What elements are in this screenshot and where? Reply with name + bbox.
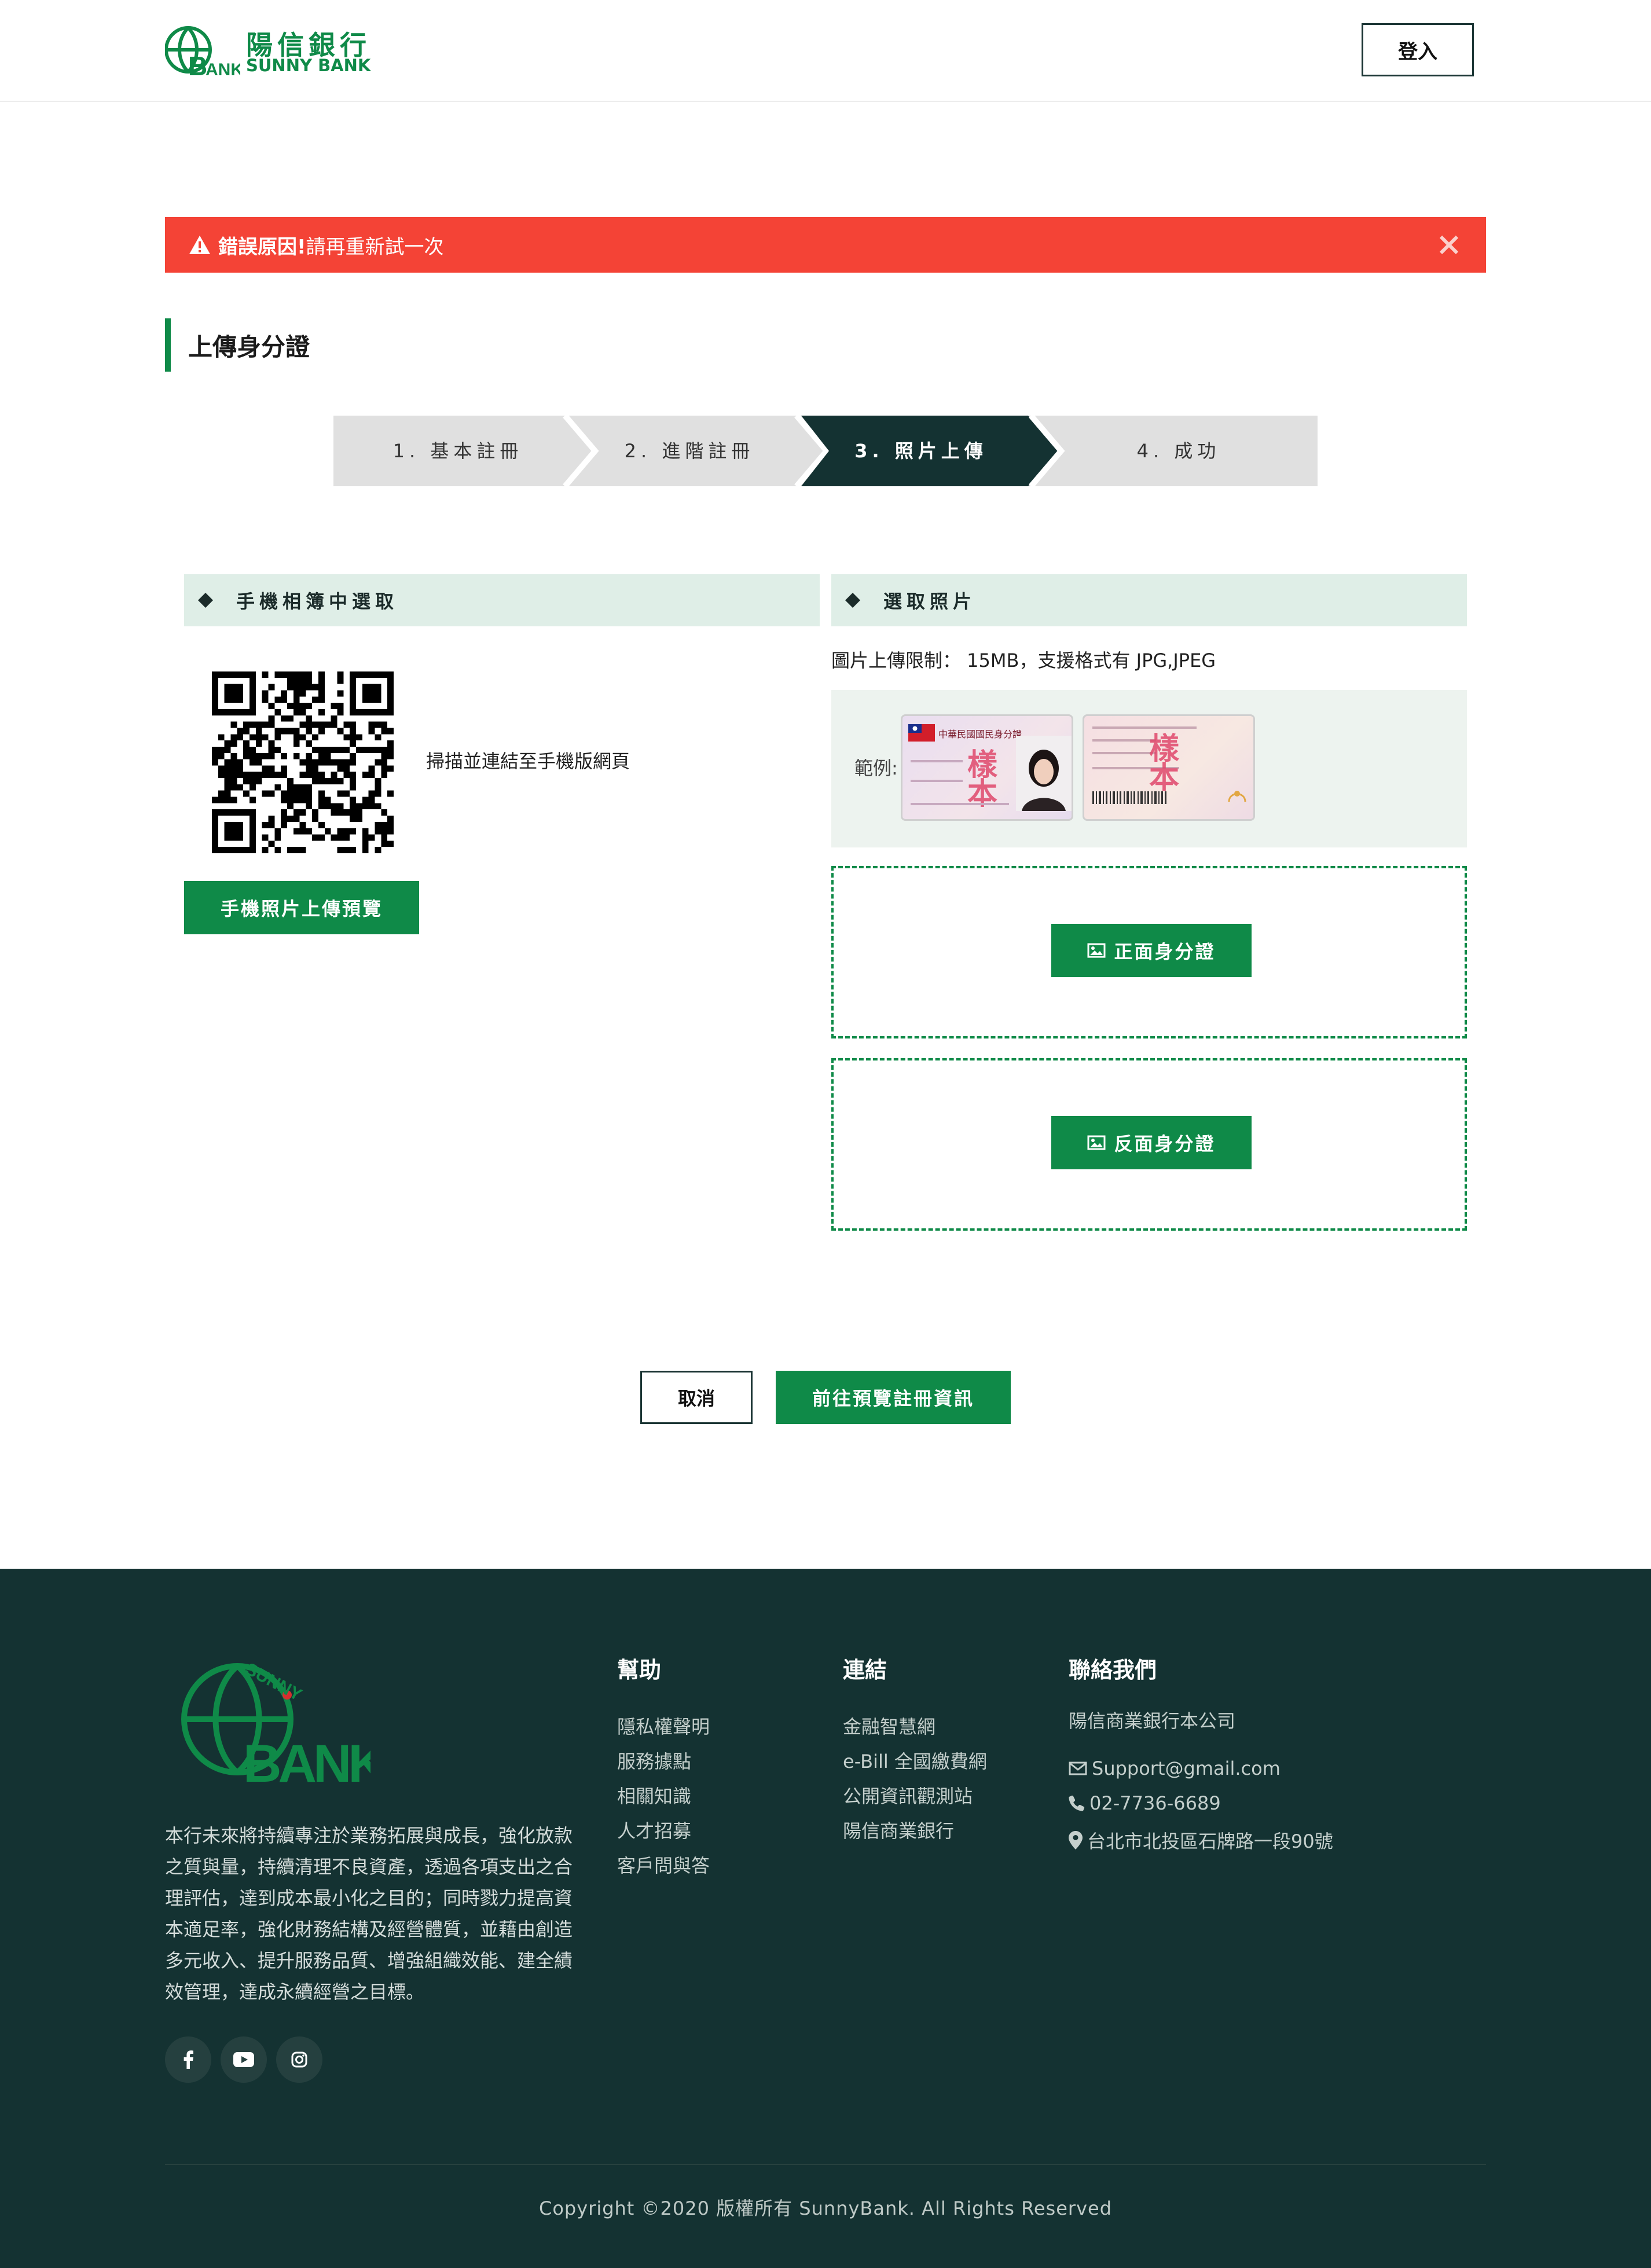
id-card-front-title: 中華民國國民身分證	[938, 729, 1022, 740]
diamond-icon	[198, 593, 213, 608]
footer-link-faq[interactable]: 客戶問與答	[617, 1851, 710, 1878]
sample-watermark: 樣本	[1149, 731, 1180, 795]
select-photo-title: 選取照片	[883, 590, 977, 612]
id-card-lines	[1092, 726, 1197, 729]
footer-company-name: 陽信商業銀行本公司	[1069, 1710, 1236, 1732]
upload-back-id-button[interactable]: 反面身分證	[1051, 1116, 1252, 1169]
id-example-box: 範例: 中華民國國民身分證 樣本 樣本	[831, 690, 1467, 847]
alert-message: 請再重新試一次	[306, 235, 444, 259]
id-card-lines	[911, 760, 963, 762]
upload-limit-text: 圖片上傳限制： 15MB，支援格式有 JPG,JPEG	[831, 649, 1216, 671]
page-title: 上傳身分證	[165, 318, 310, 372]
footer-link-sunny-bank[interactable]: 陽信商業銀行	[843, 1816, 954, 1843]
footer-address[interactable]: 台北市北投區石牌路一段90號	[1069, 1827, 1333, 1854]
footer-link-mops[interactable]: 公開資訊觀測站	[843, 1782, 973, 1808]
sunny-bank-logo[interactable]: B ANK 陽信銀行 SUNNY BANK	[165, 22, 370, 80]
footer-link-careers[interactable]: 人才招募	[617, 1816, 691, 1843]
facebook-icon	[184, 2050, 193, 2069]
footer-about-text: 本行未來將持續專注於業務拓展與成長，強化放款之質與量，持續清理不良資產，透過各項…	[165, 1825, 573, 2003]
copyright-text: Copyright ©2020 版權所有 SunnyBank. All Righ…	[538, 2197, 1113, 2219]
footer-links-title: 連結	[843, 1657, 887, 1683]
close-icon[interactable]	[1435, 231, 1463, 259]
footer-link-financial-wisdom[interactable]: 金融智慧網	[843, 1712, 935, 1739]
footer-phone-text: 02-7736-6689	[1089, 1792, 1221, 1814]
scan-instruction: 掃描並連結至手機版網頁	[426, 750, 630, 772]
svg-text:ANK: ANK	[206, 60, 240, 79]
step-1: 1. 基本註冊	[392, 440, 523, 462]
upload-back-id-label: 反面身分證	[1114, 1133, 1216, 1155]
svg-text:B: B	[188, 51, 207, 80]
preview-registration-button[interactable]: 前往預覽註冊資訊	[776, 1371, 1011, 1424]
id-card-front-sample: 中華民國國民身分證 樣本	[901, 714, 1073, 821]
youtube-button[interactable]	[221, 2036, 267, 2083]
footer-link-privacy[interactable]: 隱私權聲明	[617, 1712, 710, 1739]
footer-help-title: 幫助	[617, 1657, 662, 1683]
site-footer: SUNNY BANK 本行未來將持續專注於業務拓展與成長，強化放款之質與量，持續…	[0, 1569, 1651, 2268]
map-marker-icon	[1069, 1831, 1083, 1849]
footer-divider	[165, 2164, 1486, 2165]
select-photo-section-header: 選取照片	[831, 574, 1467, 626]
diamond-icon	[845, 593, 860, 608]
back-id-drop-zone[interactable]: 反面身分證	[831, 1058, 1467, 1231]
id-card-lines	[1092, 752, 1156, 754]
footer-phone[interactable]: 02-7736-6689	[1069, 1792, 1221, 1814]
footer-link-locations[interactable]: 服務據點	[617, 1747, 691, 1774]
footer-logo-bank: BANK	[243, 1734, 370, 1793]
qr-code	[212, 671, 394, 853]
alert-title: 錯誤原因!	[218, 235, 306, 259]
sample-watermark: 樣本	[967, 747, 998, 812]
footer-email[interactable]: Support@gmail.com	[1069, 1757, 1281, 1779]
footer-sunny-bank-logo[interactable]: SUNNY BANK	[174, 1656, 370, 1794]
id-card-back-sample: 樣本	[1083, 714, 1255, 821]
example-label: 範例:	[854, 757, 898, 779]
step-4: 4. 成功	[1136, 440, 1221, 462]
instagram-icon	[291, 2052, 307, 2068]
phone-icon	[1069, 1795, 1085, 1811]
footer-address-text: 台北市北投區石牌路一段90號	[1087, 1830, 1333, 1852]
taiwan-flag-icon	[908, 724, 935, 742]
bank-globe-icon: B ANK	[165, 26, 240, 80]
envelope-icon	[1069, 1761, 1087, 1775]
step-progress: 1. 基本註冊 2. 進階註冊 3. 照片上傳 4. 成功	[333, 416, 1318, 486]
mobile-album-section-header: 手機相簿中選取	[184, 574, 820, 626]
footer-email-text: Support@gmail.com	[1092, 1757, 1281, 1779]
footer-contact-title: 聯絡我們	[1069, 1657, 1157, 1683]
error-alert: 錯誤原因! 請再重新試一次	[165, 217, 1486, 273]
facebook-button[interactable]	[165, 2036, 211, 2083]
step-3-active: 3. 照片上傳	[854, 440, 988, 462]
mobile-album-title: 手機相簿中選取	[236, 590, 399, 612]
image-icon	[1087, 1135, 1106, 1150]
id-card-lines	[911, 803, 1009, 805]
barcode-icon	[1092, 791, 1166, 804]
mobile-upload-preview-button[interactable]: 手機照片上傳預覽	[184, 881, 419, 934]
site-header: B ANK 陽信銀行 SUNNY BANK 登入	[0, 0, 1651, 102]
step-2: 2. 進階註冊	[624, 440, 755, 462]
instagram-button[interactable]	[276, 2036, 322, 2083]
logo-english-name: SUNNY BANK	[246, 56, 371, 75]
front-id-drop-zone[interactable]: 正面身分證	[831, 866, 1467, 1038]
plum-blossom-emblem-icon	[1228, 791, 1246, 802]
id-card-lines	[911, 780, 963, 782]
id-photo-portrait	[1016, 736, 1072, 811]
id-card-lines	[1092, 739, 1156, 742]
cancel-button[interactable]: 取消	[640, 1371, 753, 1424]
upload-front-id-button[interactable]: 正面身分證	[1051, 924, 1252, 977]
login-button[interactable]: 登入	[1362, 23, 1474, 76]
footer-link-ebill[interactable]: e-Bill 全國繳費網	[843, 1747, 987, 1774]
footer-link-knowledge[interactable]: 相關知識	[617, 1782, 691, 1808]
youtube-icon	[233, 2052, 254, 2067]
upload-front-id-label: 正面身分證	[1114, 941, 1216, 963]
image-icon	[1087, 943, 1106, 958]
warning-icon	[189, 236, 210, 254]
